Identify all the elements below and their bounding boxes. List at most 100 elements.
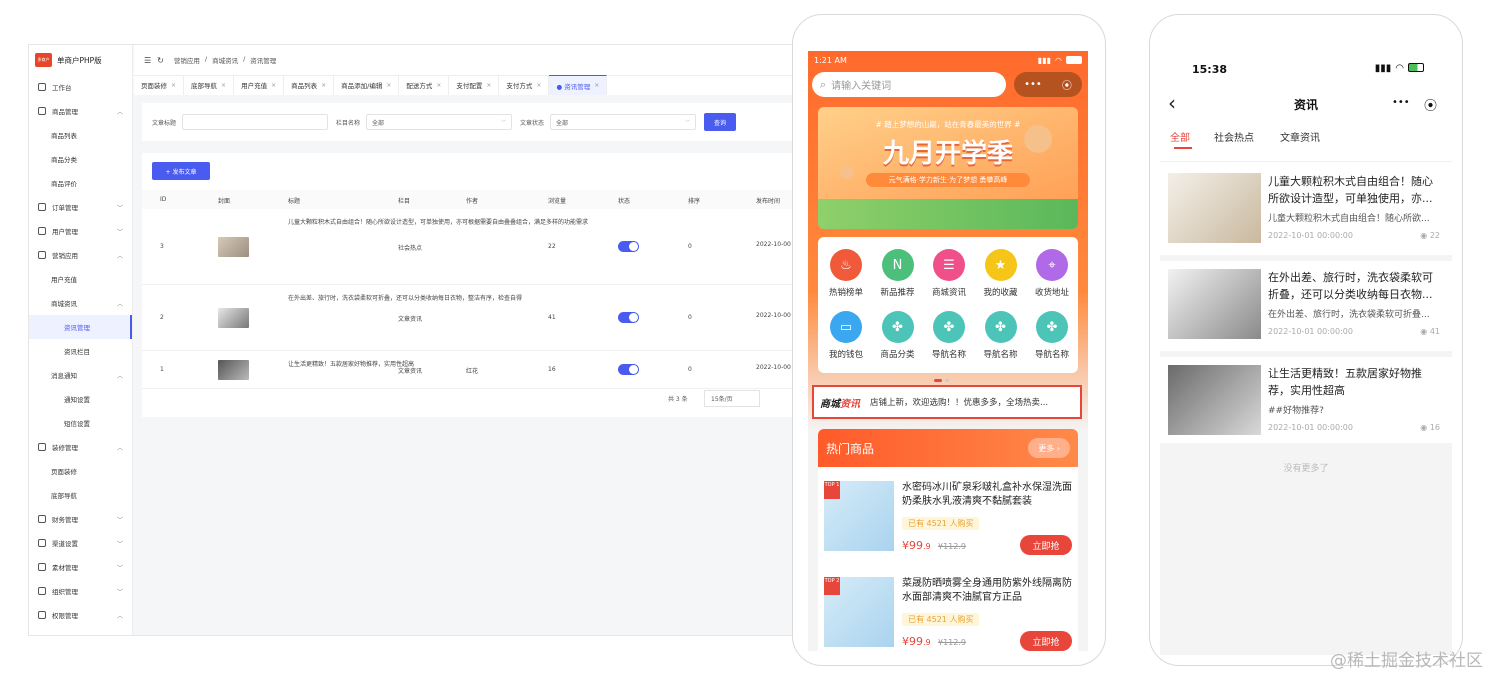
more-button[interactable]: 更多 › — [1028, 438, 1070, 458]
status-toggle[interactable] — [618, 241, 639, 252]
table-row: 2 在外出差、旅行时，洗衣袋柔软可折叠，还可以分类收纳每日衣物，整洁有序，检查自得… — [142, 285, 793, 351]
close-target-icon[interactable]: ⦿ — [1062, 77, 1072, 92]
cell-id: 3 — [160, 243, 164, 250]
article-item[interactable]: 在外出差、旅行时，洗衣袋柔软可折叠，还可以分类收纳每日衣物... 在外出差、旅行时… — [1168, 269, 1448, 363]
page-tab[interactable]: 配送方式 × — [399, 75, 450, 95]
cell-sort: 0 — [688, 314, 692, 321]
menu-fold-icon[interactable]: ☰ — [144, 56, 151, 65]
news-ticker[interactable]: 商城 资讯 店铺上新，欢迎选购！！优惠多多，全场热卖... — [812, 385, 1082, 419]
wifi-icon: ◠ — [1055, 56, 1062, 65]
close-icon[interactable]: × — [221, 82, 226, 89]
close-icon[interactable]: × — [486, 82, 491, 89]
close-icon[interactable]: × — [271, 82, 276, 89]
sidebar-item[interactable]: 商品列表 — [29, 123, 132, 147]
sidebar-item[interactable]: 页面装修 — [29, 459, 132, 483]
article-title: 儿童大颗粒积木式自由组合！随心所欲设计造型，可单独使用，亦... — [1268, 175, 1433, 205]
title-filter-input[interactable] — [182, 114, 329, 130]
sidebar-item[interactable]: 消息通知 ︿ — [29, 363, 132, 387]
nav-grid-item[interactable]: ▭ 我的钱包 — [820, 311, 872, 360]
sidebar-item[interactable]: 订单管理 ﹀ — [29, 195, 132, 219]
page-tab[interactable]: 用户充值 × — [234, 75, 285, 95]
sidebar-item[interactable]: 组织管理 ﹀ — [29, 579, 132, 603]
sidebar-item[interactable]: 商品管理 ︿ — [29, 99, 132, 123]
article-table-card: + 发布文章 ID 封面 标题 栏目 作者 浏览量 状态 排序 发布时间 3 儿童大颗粒积木式自由… — [142, 153, 793, 417]
nav-grid-item[interactable]: ⌖ 收货地址 — [1026, 249, 1078, 298]
sidebar-item-label: 财务管理 — [52, 516, 78, 524]
nav-grid-item[interactable]: ✤ 导航名称 — [975, 311, 1027, 360]
close-icon[interactable]: × — [321, 82, 326, 89]
sidebar-item[interactable]: 用户管理 ﹀ — [29, 219, 132, 243]
list-footer-area: 没有更多了 — [1160, 443, 1452, 655]
buy-now-button[interactable]: 立即抢 — [1020, 535, 1072, 555]
nav-grid-item[interactable]: ✤ 商品分类 — [872, 311, 924, 360]
page-tab[interactable]: ● 资讯管理 × — [549, 75, 608, 95]
status-filter-select[interactable]: 全部 ﹀ — [550, 114, 697, 130]
page-tab[interactable]: 商品添加/编辑 × — [334, 75, 400, 95]
close-icon[interactable]: × — [171, 82, 176, 89]
status-toggle[interactable] — [618, 364, 639, 375]
page-tab[interactable]: 商品列表 × — [284, 75, 335, 95]
column-filter-select[interactable]: 全部 ﹀ — [366, 114, 513, 130]
breadcrumb-item[interactable]: 商城资讯 — [212, 55, 238, 65]
sidebar-item[interactable]: 通知设置 — [29, 387, 132, 411]
product-card[interactable]: TOP 1 水密码冰川矿泉彩啵礼盒补水保湿洗面奶柔肤水乳液清爽不黏腻套装 已有 45… — [818, 475, 1078, 571]
breadcrumb-item[interactable]: 营销应用 — [174, 55, 200, 65]
nav-grid-item[interactable]: ♨ 热销榜单 — [820, 249, 872, 298]
sidebar-item-label: 营销应用 — [52, 252, 78, 260]
sidebar-item[interactable]: 用户充值 — [29, 267, 132, 291]
nav-grid-item[interactable]: ✤ 导航名称 — [1026, 311, 1078, 360]
sidebar-item[interactable]: 权限管理 ︿ — [29, 603, 132, 627]
page-tab[interactable]: 支付配置 × — [449, 75, 500, 95]
sidebar-item[interactable]: 素材管理 ﹀ — [29, 555, 132, 579]
page-tab-label: 配送方式 — [406, 82, 433, 90]
page-tab[interactable]: 支付方式 × — [499, 75, 550, 95]
tab-social-hot[interactable]: 社会热点 — [1214, 129, 1254, 144]
more-dots-icon[interactable]: ••• — [1392, 97, 1410, 108]
page-tab[interactable]: 页面装修 × — [134, 75, 185, 95]
more-dots-icon[interactable]: ••• — [1024, 79, 1042, 90]
chevron-icon: ﹀ — [116, 541, 123, 548]
sidebar-item[interactable]: 商城资讯 ︿ — [29, 291, 132, 315]
sidebar-item[interactable]: 底部导航 — [29, 483, 132, 507]
sidebar-item[interactable]: 商品评价 — [29, 171, 132, 195]
top-rank-badge: TOP 1 — [824, 481, 840, 499]
close-icon[interactable]: × — [436, 82, 441, 89]
app-logo[interactable]: 多商户 单商户PHP版 — [29, 45, 132, 75]
article-item[interactable]: 儿童大颗粒积木式自由组合！随心所欲设计造型，可单独使用，亦... 儿童大颗粒积木式… — [1168, 173, 1448, 267]
column-filter-value: 全部 — [372, 119, 385, 127]
close-icon[interactable]: × — [386, 82, 391, 89]
sidebar-item[interactable]: 装修管理 ︿ — [29, 435, 132, 459]
page-tab[interactable]: 底部导航 × — [184, 75, 235, 95]
sidebar-item[interactable]: 短信设置 — [29, 411, 132, 435]
sidebar-item[interactable]: 资讯管理 — [29, 315, 132, 339]
publish-article-button[interactable]: + 发布文章 — [152, 162, 210, 180]
close-icon[interactable]: × — [594, 82, 599, 89]
status-filter-value: 全部 — [556, 119, 569, 127]
promo-banner[interactable]: # 踏上梦想的山巅，站在青春最美的世界 # 九月开学季 元气满格·学力新生·为了… — [818, 107, 1078, 229]
nav-grid-item[interactable]: ★ 我的收藏 — [975, 249, 1027, 298]
sidebar-item[interactable]: 工作台 — [29, 75, 132, 99]
sidebar-item[interactable]: 商品分类 — [29, 147, 132, 171]
refresh-icon[interactable]: ↻ — [157, 56, 164, 65]
close-target-icon[interactable]: ⦿ — [1424, 95, 1437, 114]
status-toggle[interactable] — [618, 312, 639, 323]
search-bar[interactable]: ⌕ 请输入关键词 — [812, 72, 1006, 97]
product-card[interactable]: TOP 2 菜晟防晒喷雾全身通用防紫外线隔离防水面部清爽不油腻官方正品 已有 452… — [818, 571, 1078, 651]
tab-article-news[interactable]: 文章资讯 — [1280, 129, 1320, 144]
nav-grid-item[interactable]: ☰ 商城资讯 — [923, 249, 975, 298]
nav-grid-item[interactable]: ✤ 导航名称 — [923, 311, 975, 360]
sidebar-item[interactable]: 财务管理 ﹀ — [29, 507, 132, 531]
sidebar-item[interactable]: 营销应用 ︿ — [29, 243, 132, 267]
tab-all[interactable]: 全部 — [1170, 129, 1190, 144]
close-icon[interactable]: × — [536, 82, 541, 89]
nav-grid-item[interactable]: N 新品推荐 — [872, 249, 924, 298]
page-size-select[interactable]: 15条/页 — [704, 390, 760, 407]
cell-column: 文章资讯 — [398, 316, 423, 323]
cell-id: 1 — [160, 366, 164, 373]
cell-column: 社会热点 — [398, 245, 423, 252]
chevron-icon: ︿ — [116, 373, 123, 380]
query-button[interactable]: 查询 — [704, 113, 737, 131]
sidebar-item[interactable]: 资讯栏目 — [29, 339, 132, 363]
sidebar-item[interactable]: 渠道设置 ﹀ — [29, 531, 132, 555]
buy-now-button[interactable]: 立即抢 — [1020, 631, 1072, 651]
